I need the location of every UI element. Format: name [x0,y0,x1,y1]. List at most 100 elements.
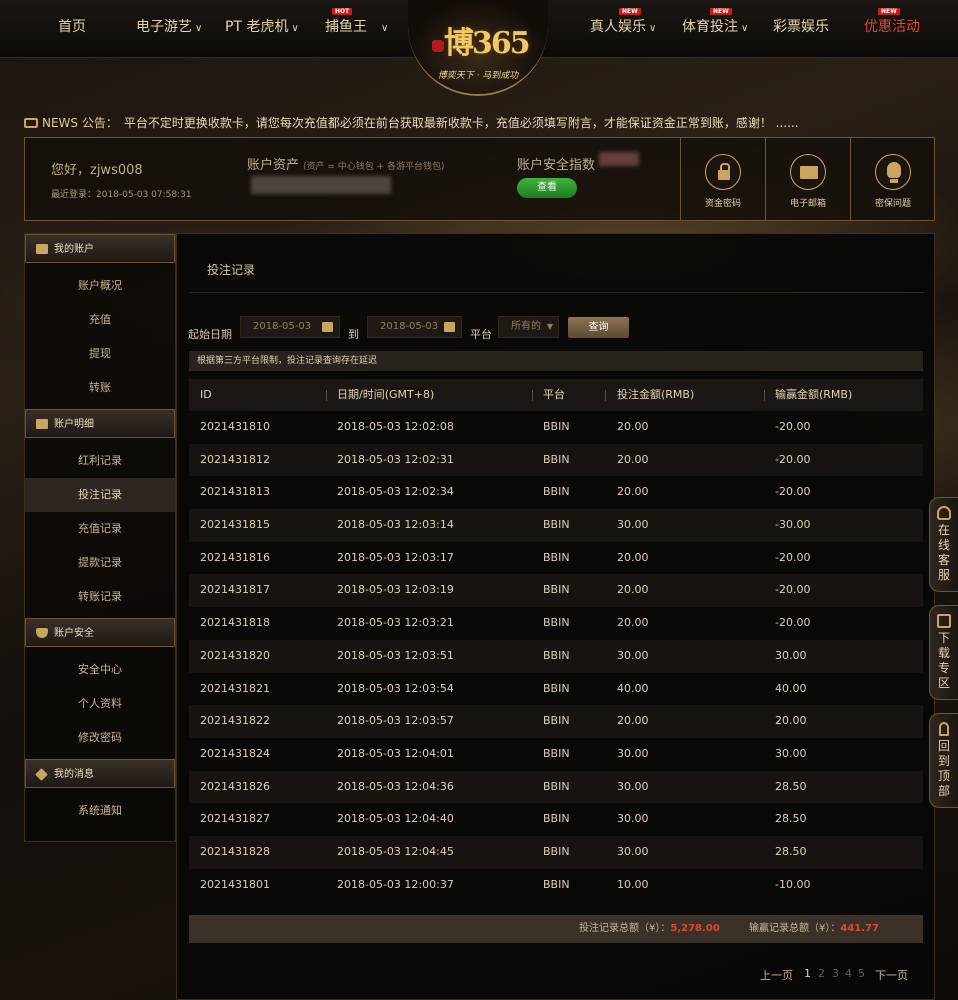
table-row: 2021431821 2018-05-03 12:03:54 BBIN 40.00 40… [189,673,923,706]
cell-id: 2021431826 [200,779,270,793]
sidebar-item-overview[interactable]: 账户概况 [25,269,175,303]
security-question-button[interactable]: 密保问题 [850,138,935,220]
cell-datetime: 2018-05-03 12:03:17 [337,550,454,564]
cell-id: 2021431812 [200,452,270,466]
cell-bet-amount: 30.00 [617,648,649,662]
cell-win-loss: -20.00 [775,452,811,466]
cell-win-loss: 30.00 [775,648,807,662]
calendar-icon[interactable] [444,322,455,332]
rocket-icon [939,722,949,736]
back-to-top-label: 回到顶部 [937,739,950,798]
greeting: 您好，zjws008 [51,163,143,178]
sidebar-item-bonus-records[interactable]: 红利记录 [25,444,175,478]
sidebar-section-details[interactable]: 账户明细 [25,409,175,438]
delay-info: 根据第三方平台限制，投注记录查询存在延迟 [189,351,923,371]
table-row: 2021431822 2018-05-03 12:03:57 BBIN 20.00 20… [189,705,923,738]
pager-page-1[interactable]: 1 [804,967,811,980]
fund-password-button[interactable]: 资金密码 [680,138,765,220]
sidebar: 我的账户 账户概况 充值 提现 转账 账户明细 红利记录 投注记录 充值记录 提… [24,233,176,842]
new-badge: NEW [878,8,900,15]
mail-icon [790,154,826,190]
cell-bet-amount: 20.00 [617,485,649,499]
sidebar-item-system-notice[interactable]: 系统通知 [25,794,175,828]
view-security-button[interactable]: 查看 [517,178,577,198]
table-row: 2021431820 2018-05-03 12:03:51 BBIN 30.00 30… [189,639,923,673]
start-date-input[interactable]: 2018-05-03 [240,316,340,338]
cell-win-loss: 28.50 [775,844,807,858]
cell-bet-amount: 30.00 [617,779,649,793]
cell-bet-amount: 20.00 [617,616,649,630]
back-to-top-tab[interactable]: 回到顶部 [929,713,958,808]
cell-datetime: 2018-05-03 12:04:40 [337,812,454,826]
cell-datetime: 2018-05-03 12:03:21 [337,616,454,630]
sidebar-item-withdraw-records[interactable]: 提款记录 [25,546,175,580]
cell-platform: BBIN [543,550,570,564]
email-button[interactable]: 电子邮箱 [765,138,850,220]
query-button[interactable]: 查询 [568,317,629,338]
download-label: 下载专区 [937,631,950,690]
cell-id: 2021431817 [200,583,270,597]
top-nav: 首页 电子游艺 ∨ PT 老虎机 ∨ 捕鱼王 ∨ HOT 博365 博奕天下 · 马到… [0,0,958,96]
win-total: 输赢记录总额（¥）：441.77 [749,915,879,943]
section-title: 账户安全 [54,628,94,639]
pager-page-4[interactable]: 4 [845,967,852,980]
sidebar-section-messages[interactable]: 我的消息 [25,759,175,788]
bet-records-table: ID 日期/时间(GMT+8) 平台 投注金额(RMB) 输赢金额(RMB) 2… [189,379,923,901]
cell-platform: BBIN [543,452,570,466]
security-question-label: 密保问题 [874,199,911,209]
start-date-label: 起始日期 [188,328,232,341]
nav-lottery[interactable]: 彩票娱乐 [773,0,829,54]
cell-id: 2021431821 [200,681,270,695]
cell-datetime: 2018-05-03 12:02:31 [337,452,454,466]
account-panel: 您好，zjws008 最近登录：2018-05-03 07:58:31 账户资产… [24,137,935,221]
pager-page-3[interactable]: 3 [832,967,839,980]
cell-bet-amount: 30.00 [617,518,649,532]
table-row: 2021431818 2018-05-03 12:03:21 BBIN 20.00 -2… [189,607,923,640]
pager-prev[interactable]: 上一页 [760,967,793,983]
cell-datetime: 2018-05-03 12:03:54 [337,681,454,695]
nav-home[interactable]: 首页 [58,0,86,54]
cell-win-loss: 28.50 [775,812,807,826]
sidebar-item-withdraw[interactable]: 提现 [25,337,175,371]
cell-win-loss: 40.00 [775,681,807,695]
start-date-value: 2018-05-03 [253,321,312,332]
sidebar-section-security[interactable]: 账户安全 [25,618,175,647]
sidebar-item-change-password[interactable]: 修改密码 [25,721,175,755]
lock-icon [705,154,741,190]
end-date-input[interactable]: 2018-05-03 [367,316,462,338]
nav-pt-slots[interactable]: PT 老虎机 ∨ [225,0,299,54]
section-title: 我的账户 [54,244,94,255]
sidebar-section-my-account[interactable]: 我的账户 [25,234,175,263]
shield-icon [36,628,48,638]
cell-win-loss: -20.00 [775,485,811,499]
table-row: 2021431816 2018-05-03 12:03:17 BBIN 20.00 -2… [189,542,923,575]
cell-datetime: 2018-05-03 12:00:37 [337,877,454,891]
sidebar-item-transfer[interactable]: 转账 [25,371,175,405]
pager-page-2[interactable]: 2 [818,967,825,980]
calendar-icon[interactable] [322,322,333,332]
sidebar-item-deposit-records[interactable]: 充值记录 [25,512,175,546]
pager-next[interactable]: 下一页 [875,967,908,983]
sidebar-item-security-center[interactable]: 安全中心 [25,653,175,687]
fund-password-label: 资金密码 [704,199,741,209]
page-title: 投注记录 [207,263,256,277]
chevron-down-icon: ∨ [381,23,389,34]
sidebar-item-profile[interactable]: 个人资料 [25,687,175,721]
cell-bet-amount: 20.00 [617,714,649,728]
column-separator [764,390,765,401]
nav-electronic-games[interactable]: 电子游艺 ∨ [136,0,202,54]
header-win-loss: 输赢金额(RMB) [775,388,853,401]
nav-label: 电子游艺 [136,19,192,35]
assets-title: 账户资产 [247,158,300,173]
pager-page-5[interactable]: 5 [858,967,865,980]
sidebar-item-transfer-records[interactable]: 转账记录 [25,580,175,614]
table-row: 2021431801 2018-05-03 12:00:37 BBIN 10.00 -1… [189,869,923,902]
cell-platform: BBIN [543,648,570,662]
sidebar-item-bet-records[interactable]: 投注记录 [25,478,175,512]
online-service-tab[interactable]: 在线客服 [929,497,958,592]
header-datetime: 日期/时间(GMT+8) [337,388,435,401]
sidebar-item-deposit[interactable]: 充值 [25,303,175,337]
download-tab[interactable]: 下载专区 [929,605,958,700]
platform-select[interactable]: 所有的 ▼ [498,316,559,338]
cell-datetime: 2018-05-03 12:02:08 [337,420,454,433]
